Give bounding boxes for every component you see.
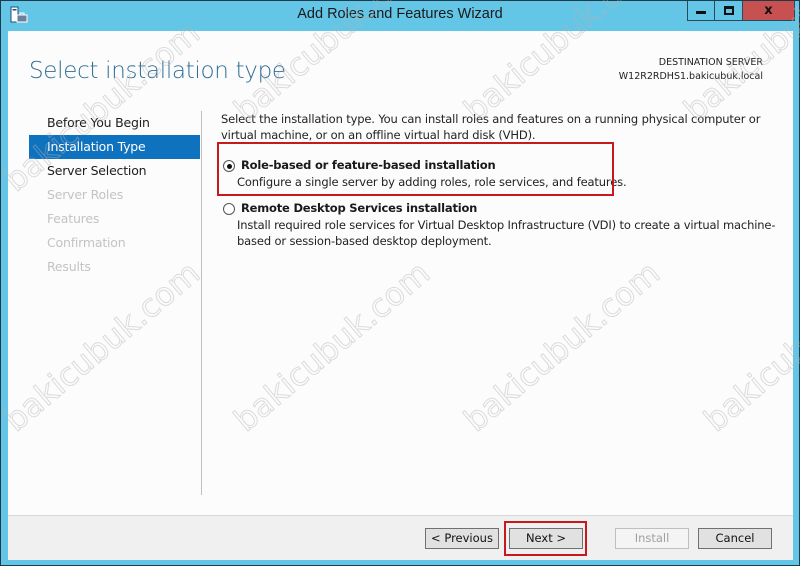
wizard-client-area: Select installation type DESTINATION SER… xyxy=(8,31,793,560)
next-button[interactable]: Next > xyxy=(509,528,583,549)
minimize-button[interactable] xyxy=(687,1,715,21)
option-remote-desktop[interactable]: Remote Desktop Services installation Ins… xyxy=(221,200,781,249)
radio-remote-desktop[interactable] xyxy=(223,203,235,215)
wizard-window: Add Roles and Features Wizard x Select i… xyxy=(0,0,800,566)
intro-text: Select the installation type. You can in… xyxy=(221,112,761,142)
nav-item-confirmation: Confirmation xyxy=(47,235,126,250)
option-role-based[interactable]: Role-based or feature-based installation… xyxy=(221,157,781,190)
cancel-button[interactable]: Cancel xyxy=(698,528,772,549)
nav-divider xyxy=(201,111,202,495)
maximize-icon xyxy=(723,6,734,15)
wizard-content: Select the installation type. You can in… xyxy=(221,111,781,249)
close-icon: x xyxy=(764,3,773,18)
destination-server-info: DESTINATION SERVER W12R2RDHS1.bakicubuk.… xyxy=(619,56,763,84)
page-title: Select installation type xyxy=(29,58,286,84)
close-button[interactable]: x xyxy=(743,1,795,21)
nav-item-server-roles: Server Roles xyxy=(47,187,124,202)
install-button: Install xyxy=(615,528,689,549)
nav-item-installation-type[interactable]: Installation Type xyxy=(29,135,200,159)
destination-server-name: W12R2RDHS1.bakicubuk.local xyxy=(618,71,763,82)
wizard-nav: Before You Begin Installation Type Serve… xyxy=(29,111,200,279)
maximize-button[interactable] xyxy=(715,1,743,21)
previous-button[interactable]: < Previous xyxy=(425,528,499,549)
nav-item-before-you-begin[interactable]: Before You Begin xyxy=(29,111,200,135)
window-title: Add Roles and Features Wizard xyxy=(297,6,503,22)
destination-label: DESTINATION SERVER xyxy=(658,57,763,68)
nav-item-results: Results xyxy=(47,259,91,274)
option-remote-desktop-description: Install required role services for Virtu… xyxy=(237,218,776,248)
option-role-based-description: Configure a single server by adding role… xyxy=(237,175,627,189)
window-controls: x xyxy=(687,1,795,21)
option-remote-desktop-label[interactable]: Remote Desktop Services installation xyxy=(241,200,781,217)
title-bar[interactable]: Add Roles and Features Wizard x xyxy=(1,1,799,30)
radio-role-based[interactable] xyxy=(223,160,235,172)
nav-item-features: Features xyxy=(47,211,100,226)
nav-item-server-selection[interactable]: Server Selection xyxy=(29,159,200,183)
minimize-icon xyxy=(696,11,706,14)
option-role-based-label[interactable]: Role-based or feature-based installation xyxy=(241,157,781,174)
